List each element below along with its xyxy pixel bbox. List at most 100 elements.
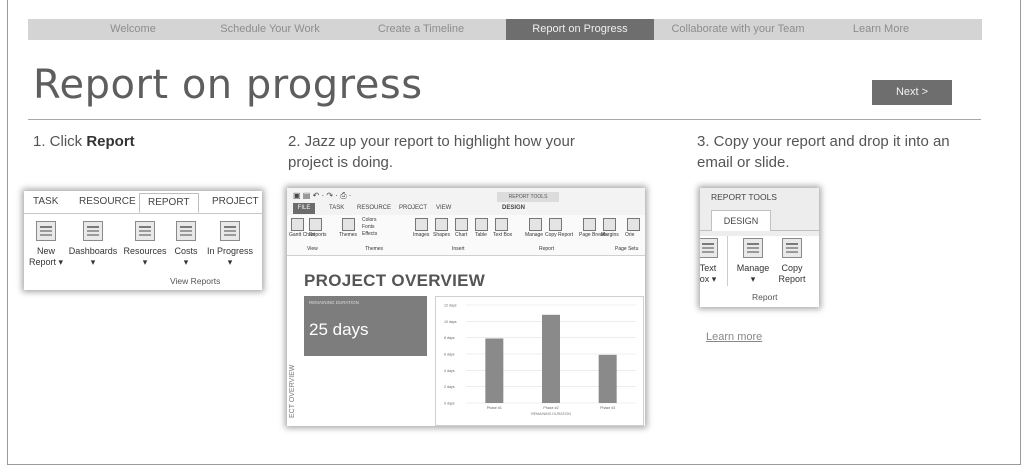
chart-svg: 0 days 2 days 4 days 6 days 8 days 10 days 12 … [444, 304, 636, 416]
new-report-button[interactable]: New Report ▾ [28, 221, 64, 268]
step-3-line-2: email or slide. [697, 154, 790, 171]
orientation-icon[interactable] [627, 218, 640, 231]
remaining-duration-box: REMAINING DURATION 25 days [304, 296, 427, 356]
tab-report[interactable]: REPORT [139, 193, 199, 213]
costs-button[interactable]: Costs ▾ [170, 221, 202, 268]
design-tab-3[interactable]: DESIGN [711, 210, 771, 231]
step-3-line-1: 3. Copy your report and drop it into an [697, 133, 950, 150]
tab-view-2[interactable]: VIEW [436, 205, 451, 211]
text-box-label: Text Box [493, 232, 513, 238]
costs-label-2: ▾ [183, 257, 189, 267]
dashboards-icon [83, 221, 103, 241]
remaining-duration-chart: 0 days 2 days 4 days 6 days 8 days 10 days 12 … [435, 296, 644, 426]
bar-3 [598, 354, 617, 403]
resources-label-2: ▾ [142, 257, 148, 267]
new-report-label-1: New [36, 246, 55, 256]
images-icon[interactable] [415, 218, 428, 231]
copy-report-label: Copy Report [545, 232, 574, 238]
x-tick-label: Phase #1 [487, 406, 502, 410]
group-separator [727, 236, 728, 286]
group-report-label: Report [539, 246, 555, 252]
in-progress-label-2: ▾ [227, 257, 233, 267]
text-box-label-1: Text [700, 263, 717, 273]
in-progress-icon [220, 221, 240, 241]
y-tick-label: 2 days [444, 385, 455, 389]
step-2-text: 2. Jazz up your report to highlight how … [288, 131, 575, 173]
copy-report-button[interactable]: Copy Report [774, 238, 810, 285]
y-tick-label: 0 days [444, 402, 455, 406]
remaining-days-value: 25 days [309, 320, 369, 339]
learn-more-link[interactable]: Learn more [706, 331, 762, 343]
table-icon[interactable] [475, 218, 488, 231]
new-report-icon [36, 221, 56, 241]
group-insert-label: Insert [452, 246, 465, 252]
design-ribbon-commands: Colors Fonts Effects Gantt Chart Reports T… [287, 215, 645, 256]
nav-learn-more[interactable]: Learn More [831, 19, 931, 40]
tab-project[interactable]: PROJECT [212, 196, 259, 207]
nav-welcome[interactable]: Welcome [28, 19, 238, 40]
images-label: Images [413, 232, 430, 238]
nav-collaborate-with-your-team[interactable]: Collaborate with your Team [658, 19, 818, 40]
y-tick-label: 10 days [444, 320, 457, 324]
page-breaks-icon[interactable] [583, 218, 596, 231]
x-tick-label: Phase #3 [600, 406, 615, 410]
top-nav: Welcome Schedule Your Work Create a Time… [28, 19, 982, 40]
copy-report-icon[interactable] [549, 218, 562, 231]
shapes-icon[interactable] [435, 218, 448, 231]
themes-icon[interactable] [342, 218, 355, 231]
tab-task[interactable]: TASK [33, 196, 58, 207]
group-themes-label: Themes [365, 246, 384, 252]
remaining-duration-caption: REMAINING DURATION [309, 300, 359, 305]
tab-resource-2[interactable]: RESOURCE [357, 205, 391, 211]
step-3-text: 3. Copy your report and drop it into an … [697, 131, 950, 173]
tab-project-2[interactable]: PROJECT [399, 205, 427, 211]
project-overview-title: PROJECT OVERVIEW [304, 271, 486, 290]
dashboards-button[interactable]: Dashboards ▾ [68, 221, 118, 268]
in-progress-label-1: In Progress [206, 246, 254, 256]
text-box-icon[interactable] [495, 218, 508, 231]
theme-options[interactable]: Colors Fonts Effects [362, 217, 377, 238]
copy-report-screenshot: REPORT TOOLS DESIGN Text ox ▾ Manage ▾ C… [700, 188, 819, 307]
report-tab-screenshot: TASK RESOURCE REPORT PROJECT New Report … [24, 191, 262, 290]
report-tools-header: REPORT TOOLS DESIGN [700, 188, 819, 236]
text-box-button[interactable]: Text ox ▾ [700, 238, 720, 285]
x-tick-label: Phase #2 [543, 406, 558, 410]
group-page-setup-label: Page Setu [615, 246, 639, 252]
nav-create-a-timeline[interactable]: Create a Timeline [361, 19, 481, 40]
step-1-bold: Report [86, 133, 135, 150]
manage-icon[interactable] [529, 218, 542, 231]
themes-label: Themes [339, 232, 358, 238]
margins-icon[interactable] [603, 218, 616, 231]
tab-resource[interactable]: RESOURCE [79, 196, 136, 207]
text-box-label-2: ox ▾ [700, 274, 717, 284]
step-1-text: 1. Click Report [33, 131, 135, 152]
manage-icon-3 [743, 238, 763, 258]
tab-design-2[interactable]: DESIGN [502, 205, 525, 211]
report-group-label: Report [752, 292, 778, 302]
resources-label-1: Resources [123, 246, 167, 256]
step-2-line-1: 2. Jazz up your report to highlight how … [288, 133, 575, 150]
title-divider [28, 119, 981, 120]
resources-icon [135, 221, 155, 241]
shapes-label: Shapes [433, 232, 450, 238]
x-axis-label: REMAINING DURATION [531, 412, 571, 416]
resources-button[interactable]: Resources ▾ [122, 221, 168, 268]
manage-button[interactable]: Manage ▾ [733, 238, 773, 285]
tab-task-2[interactable]: TASK [329, 205, 344, 211]
nav-schedule-your-work[interactable]: Schedule Your Work [210, 19, 330, 40]
in-progress-button[interactable]: In Progress ▾ [204, 221, 256, 268]
step-1-prefix: 1. Click [33, 133, 87, 150]
reports-icon[interactable] [309, 218, 322, 231]
project-overview-side-label: ECT OVERVIEW [289, 364, 296, 418]
copy-label-2: Report [778, 274, 806, 284]
ribbon-tab-bar: TASK RESOURCE REPORT PROJECT [24, 191, 262, 214]
next-button[interactable]: Next > [872, 80, 952, 105]
reports-label: Reports [309, 232, 327, 238]
chart-icon[interactable] [455, 218, 468, 231]
file-tab[interactable]: FILE [293, 203, 315, 214]
text-box-icon-3 [700, 238, 718, 258]
nav-report-on-progress[interactable]: Report on Progress [506, 19, 654, 40]
orientation-label: Orie [625, 232, 635, 238]
bar-1 [485, 338, 504, 403]
gantt-chart-icon[interactable] [291, 218, 304, 231]
